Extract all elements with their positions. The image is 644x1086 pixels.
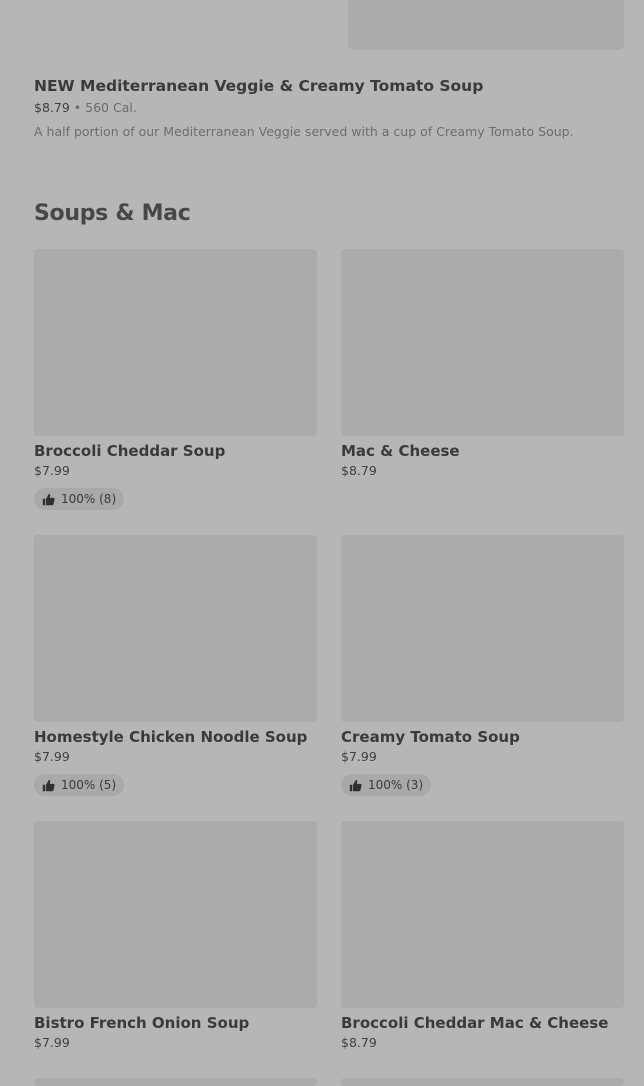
featured-item-description: A half portion of our Mediterranean Vegg… [34, 124, 574, 139]
menu-item-image[interactable] [34, 821, 317, 1008]
menu-item-card[interactable]: Mac & Cheese $8.79 [341, 249, 624, 479]
menu-item-price: $7.99 [341, 749, 377, 764]
rating-text: 100% (8) [61, 492, 117, 506]
featured-item-calories: 560 Cal. [85, 100, 137, 115]
menu-item-card[interactable]: Creamy Tomato Soup $7.99 100% (3) [341, 535, 624, 796]
menu-item-image[interactable] [341, 535, 624, 722]
meta-separator: • [73, 100, 82, 115]
menu-item-price: $7.99 [34, 1035, 70, 1050]
rating-text: 100% (3) [368, 778, 424, 792]
menu-item-card[interactable]: Bistro French Onion Soup $7.99 [34, 821, 317, 1051]
menu-item-name: Creamy Tomato Soup [341, 728, 520, 746]
menu-item-price: $8.79 [341, 1035, 377, 1050]
rating-text: 100% (5) [61, 778, 117, 792]
menu-item-image[interactable] [34, 535, 317, 722]
thumbs-up-icon [42, 779, 55, 791]
menu-item-name: Mac & Cheese [341, 442, 460, 460]
menu-item-name: Bistro French Onion Soup [34, 1014, 250, 1032]
featured-item-image[interactable] [348, 0, 624, 50]
menu-item-price: $7.99 [34, 463, 70, 478]
featured-item-price: $8.79 [34, 100, 70, 115]
menu-item-image[interactable] [341, 249, 624, 436]
menu-item-image[interactable] [341, 1078, 624, 1086]
menu-item-image[interactable] [34, 249, 317, 436]
menu-item-price: $7.99 [34, 749, 70, 764]
section-title: Soups & Mac [34, 201, 191, 226]
menu-item-name: Homestyle Chicken Noodle Soup [34, 728, 308, 746]
menu-item-card[interactable]: Broccoli Cheddar Mac & Cheese $8.79 [341, 821, 624, 1051]
rating-badge: 100% (8) [34, 488, 125, 510]
thumbs-up-icon [42, 493, 55, 505]
rating-badge: 100% (3) [341, 774, 432, 796]
featured-item[interactable]: NEW Mediterranean Veggie & Creamy Tomato… [34, 76, 634, 140]
featured-item-name: NEW Mediterranean Veggie & Creamy Tomato… [34, 77, 484, 95]
menu-item-name: Broccoli Cheddar Mac & Cheese [341, 1014, 609, 1032]
thumbs-up-icon [349, 779, 362, 791]
menu-item-image[interactable] [34, 1078, 317, 1086]
menu-item-image[interactable] [341, 821, 624, 1008]
menu-item-name: Broccoli Cheddar Soup [34, 442, 226, 460]
menu-item-card[interactable]: Homestyle Chicken Noodle Soup $7.99 100%… [34, 535, 317, 796]
menu-item-card[interactable]: Broccoli Cheddar Soup $7.99 100% (8) [34, 249, 317, 510]
menu-item-price: $8.79 [341, 463, 377, 478]
rating-badge: 100% (5) [34, 774, 125, 796]
featured-item-meta: $8.79 • 560 Cal. [34, 100, 634, 116]
